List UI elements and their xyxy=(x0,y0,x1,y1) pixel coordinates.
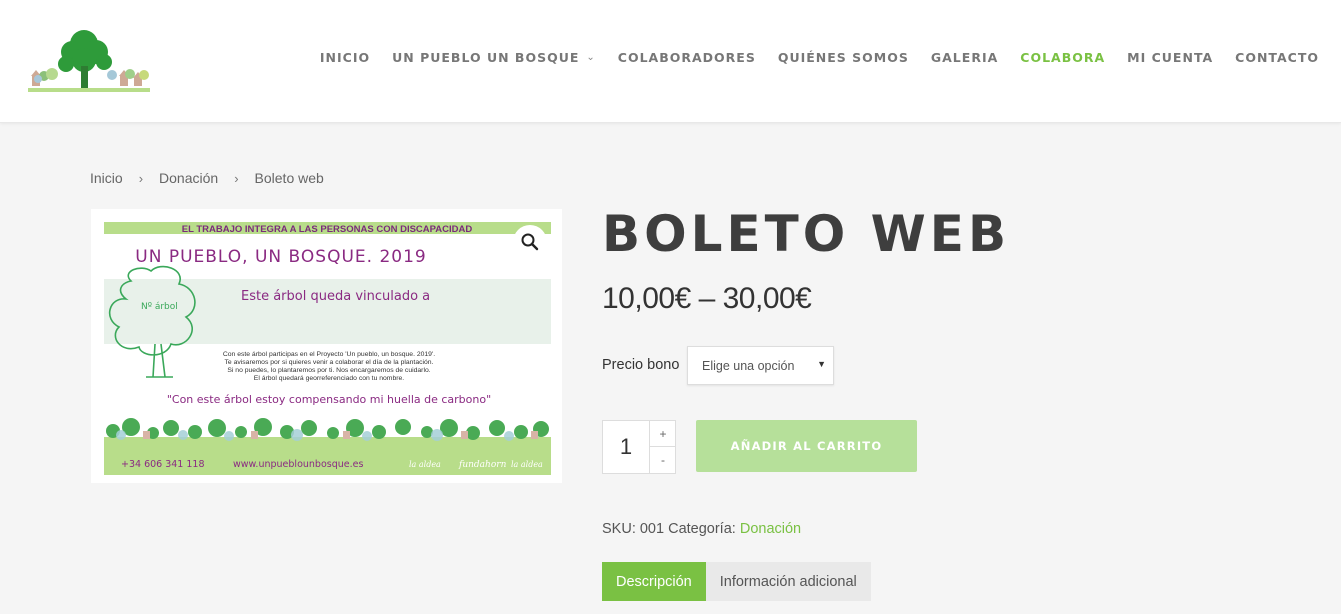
nav-contacto-label: CONTACTO xyxy=(1235,50,1319,65)
quantity-stepper: 1 + - xyxy=(602,420,676,474)
chevron-right-icon: › xyxy=(138,170,144,186)
product-price: 10,00€ – 30,00€ xyxy=(602,282,812,315)
quantity-plus-button[interactable]: + xyxy=(649,421,676,447)
nav-quienes-somos[interactable]: QUIÉNES SOMOS xyxy=(778,50,909,65)
sku-text: SKU: 001 Categoría: xyxy=(602,521,736,537)
nav-colabora[interactable]: COLABORA xyxy=(1020,50,1105,65)
chevron-down-icon: ⌄ xyxy=(586,52,596,63)
tree-logo-icon xyxy=(28,30,150,92)
ticket-image: EL TRABAJO INTEGRA A LAS PERSONAS CON DI… xyxy=(91,209,562,483)
category-link[interactable]: Donación xyxy=(740,521,801,537)
product-image[interactable]: EL TRABAJO INTEGRA A LAS PERSONAS CON DI… xyxy=(91,209,562,483)
nav-mi-cuenta-label: MI CUENTA xyxy=(1127,50,1214,65)
nav-galeria[interactable]: GALERIA xyxy=(931,50,998,65)
ticket-dedication: Este árbol queda vinculado a xyxy=(241,289,430,304)
main-nav: INICIO UN PUEBLO UN BOSQUE ⌄ COLABORADORE… xyxy=(298,50,1319,65)
nav-inicio-label: INICIO xyxy=(319,50,371,65)
nav-galeria-label: GALERIA xyxy=(930,50,999,65)
product-meta: SKU: 001 Categoría: Donación xyxy=(602,521,801,537)
nav-inicio[interactable]: INICIO xyxy=(320,50,370,65)
ticket-tree-label: Nº árbol xyxy=(141,302,178,312)
nav-colaboradores-label: COLABORADORES xyxy=(617,50,756,65)
price-select[interactable]: Elige una opción ▼ xyxy=(687,346,834,385)
price-select-value: Elige una opción xyxy=(702,359,795,373)
nav-un-pueblo-un-bosque-label: UN PUEBLO UN BOSQUE xyxy=(392,50,580,65)
ticket-logo-3: la aldea xyxy=(511,460,543,469)
caret-down-icon: ▼ xyxy=(817,359,826,369)
breadcrumb: Inicio › Donación › Boleto web xyxy=(90,170,324,186)
site-logo[interactable] xyxy=(28,24,150,96)
breadcrumb-home[interactable]: Inicio xyxy=(90,170,123,186)
breadcrumb-category[interactable]: Donación xyxy=(159,170,218,186)
chevron-right-icon: › xyxy=(234,170,239,186)
nav-colaboradores[interactable]: COLABORADORES xyxy=(618,50,756,65)
ticket-banner: EL TRABAJO INTEGRA A LAS PERSONAS CON DI… xyxy=(182,224,473,235)
nav-quienes-somos-label: QUIÉNES SOMOS xyxy=(777,50,909,65)
nav-mi-cuenta[interactable]: MI CUENTA xyxy=(1127,50,1213,65)
nav-un-pueblo-un-bosque[interactable]: UN PUEBLO UN BOSQUE ⌄ xyxy=(392,50,596,65)
ticket-quote: "Con este árbol estoy compensando mi hue… xyxy=(167,393,491,406)
ticket-line-4: El árbol quedará georreferenciado con tu… xyxy=(254,375,404,382)
breadcrumb-current: Boleto web xyxy=(254,170,324,186)
quantity-input[interactable]: 1 xyxy=(603,421,649,473)
ticket-line-1: Con este árbol participas en el Proyecto… xyxy=(223,351,435,358)
variation-label: Precio bono xyxy=(602,357,680,373)
magnifier-icon xyxy=(521,233,539,251)
quantity-minus-button[interactable]: - xyxy=(649,447,676,473)
ticket-line-3: Si no puedes, lo plantaremos por ti. Nos… xyxy=(227,367,430,374)
add-to-cart-button[interactable]: AÑADIR AL CARRITO xyxy=(696,420,917,472)
ticket-website: www.unpueblounbosque.es xyxy=(233,459,363,470)
product-title: BOLETO WEB xyxy=(602,205,1011,263)
ticket-phone: +34 606 341 118 xyxy=(121,459,205,470)
ticket-line-2: Te avisaremos por si quieres venir a col… xyxy=(225,359,434,366)
ticket-heading: UN PUEBLO, UN BOSQUE. 2019 xyxy=(135,247,426,267)
product-tabs: Descripción Información adicional xyxy=(602,562,871,601)
site-header: INICIO UN PUEBLO UN BOSQUE ⌄ COLABORADORE… xyxy=(0,0,1341,123)
ticket-logo-1: la aldea xyxy=(409,460,441,469)
tab-descripcion[interactable]: Descripción xyxy=(602,562,706,601)
zoom-button[interactable] xyxy=(513,225,547,259)
ticket-logo-2: fundahorn xyxy=(458,460,507,470)
tab-informacion-adicional[interactable]: Información adicional xyxy=(705,562,871,601)
nav-contacto[interactable]: CONTACTO xyxy=(1235,50,1319,65)
nav-colabora-label: COLABORA xyxy=(1020,50,1106,65)
